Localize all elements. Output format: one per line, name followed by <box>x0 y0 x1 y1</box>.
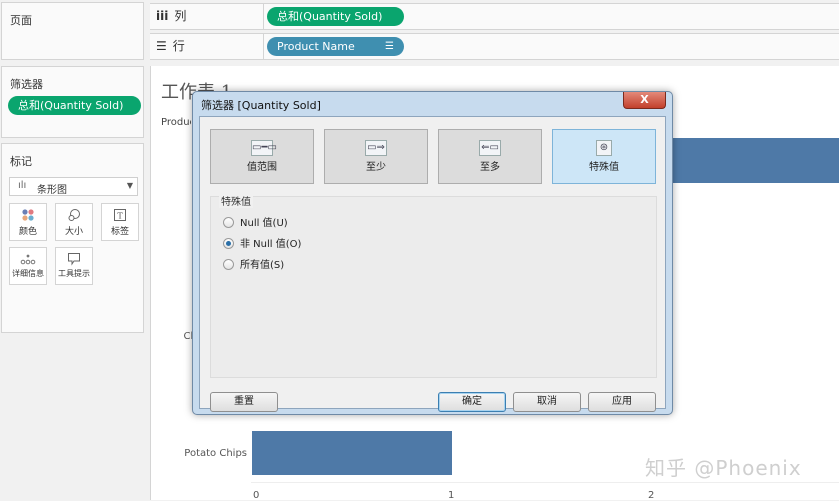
radio-null-input[interactable] <box>223 217 234 228</box>
special-values-group: 特殊值 Null 值(U) 非 Null 值(O) 所有值(S) <box>210 196 657 378</box>
columns-shelf-label: iii列 <box>150 4 264 29</box>
axis-tick-0: 0 <box>253 490 259 501</box>
row-header: Product Name <box>161 117 191 128</box>
pages-panel: 页面 <box>1 2 144 60</box>
filters-title: 筛选器 <box>10 76 43 92</box>
marks-title: 标记 <box>10 153 32 169</box>
tab-special[interactable]: ⊛ 特殊值 <box>552 129 656 184</box>
radio-non-null-input[interactable] <box>223 238 234 249</box>
cancel-button[interactable]: 取消 <box>513 392 581 412</box>
filters-panel: 筛选器 总和(Quantity Sold) <box>1 66 144 138</box>
tooltip-speech-icon <box>56 248 92 268</box>
group-title: 特殊值 <box>219 193 253 208</box>
at-least-icon: ▭⇒ <box>365 140 387 156</box>
marks-label-button[interactable]: T 标签 <box>101 203 139 241</box>
filter-pill-quantity-sold[interactable]: 总和(Quantity Sold) <box>8 96 141 115</box>
radio-all-input[interactable] <box>223 259 234 270</box>
marks-color-button[interactable]: 颜色 <box>9 203 47 241</box>
marks-detail-button[interactable]: 详细信息 <box>9 247 47 285</box>
radio-null[interactable]: Null 值(U) <box>223 214 288 229</box>
marks-tooltip-button[interactable]: 工具提示 <box>55 247 93 285</box>
columns-pill-quantity-sold[interactable]: 总和(Quantity Sold) <box>267 7 404 26</box>
tab-at-most[interactable]: ⇐▭ 至多 <box>438 129 542 184</box>
rows-icon: ☰ <box>156 39 167 53</box>
bar-chart-icon: ılı <box>18 180 26 191</box>
ok-button[interactable]: 确定 <box>438 392 506 412</box>
apply-button[interactable]: 应用 <box>588 392 656 412</box>
rows-shelf: ☰行 Product Name ☰ <box>150 33 839 60</box>
marks-panel: 标记 ılı 条形图 ▼ 颜色 大小 T 标签 详细信息 工具提示 <box>1 143 144 333</box>
columns-icon: iii <box>156 9 168 23</box>
columns-shelf: iii列 总和(Quantity Sold) <box>150 3 839 30</box>
dialog-body: ▭━▭ 值范围 ▭⇒ 至少 ⇐▭ 至多 ⊛ 特殊值 特殊值 Null 值(U) … <box>199 116 666 409</box>
sort-icon[interactable]: ☰ <box>385 37 394 56</box>
row-label-potato-chips: Potato Chips <box>171 448 247 459</box>
axis-line <box>251 482 839 483</box>
filter-dialog: 筛选器 [Quantity Sold] X ▭━▭ 值范围 ▭⇒ 至少 ⇐▭ 至… <box>192 91 673 415</box>
detail-dots-icon <box>10 248 46 268</box>
chevron-down-icon: ▼ <box>127 181 133 190</box>
radio-non-null[interactable]: 非 Null 值(O) <box>223 235 301 250</box>
marks-label-label: 标签 <box>102 224 138 237</box>
mark-type-value: 条形图 <box>37 181 67 196</box>
range-icon: ▭━▭ <box>251 140 273 156</box>
rows-shelf-label: ☰行 <box>150 34 264 59</box>
pages-title: 页面 <box>10 12 32 28</box>
axis-tick-1: 1 <box>448 490 454 501</box>
tab-at-least[interactable]: ▭⇒ 至少 <box>324 129 428 184</box>
marks-tooltip-label: 工具提示 <box>56 268 92 279</box>
marks-size-label: 大小 <box>56 224 92 237</box>
reset-button[interactable]: 重置 <box>210 392 278 412</box>
axis-tick-2: 2 <box>648 490 654 501</box>
marks-detail-label: 详细信息 <box>10 268 46 279</box>
watermark: 知乎 @Phoenix <box>645 452 802 481</box>
dialog-title: 筛选器 [Quantity Sold] <box>201 97 321 113</box>
close-button[interactable]: X <box>623 92 666 109</box>
special-icon: ⊛ <box>596 140 612 156</box>
mark-type-dropdown[interactable]: ılı 条形图 ▼ <box>9 177 138 196</box>
rows-pill-product-name[interactable]: Product Name ☰ <box>267 37 404 56</box>
svg-text:T: T <box>117 212 123 221</box>
marks-size-button[interactable]: 大小 <box>55 203 93 241</box>
label-text-icon: T <box>102 204 138 224</box>
marks-color-label: 颜色 <box>10 224 46 237</box>
bar-potato-chips[interactable] <box>252 431 452 475</box>
close-icon: X <box>640 93 648 106</box>
color-dots-icon <box>10 204 46 224</box>
radio-all[interactable]: 所有值(S) <box>223 256 284 271</box>
at-most-icon: ⇐▭ <box>479 140 501 156</box>
tab-range[interactable]: ▭━▭ 值范围 <box>210 129 314 184</box>
size-icon <box>56 204 92 224</box>
